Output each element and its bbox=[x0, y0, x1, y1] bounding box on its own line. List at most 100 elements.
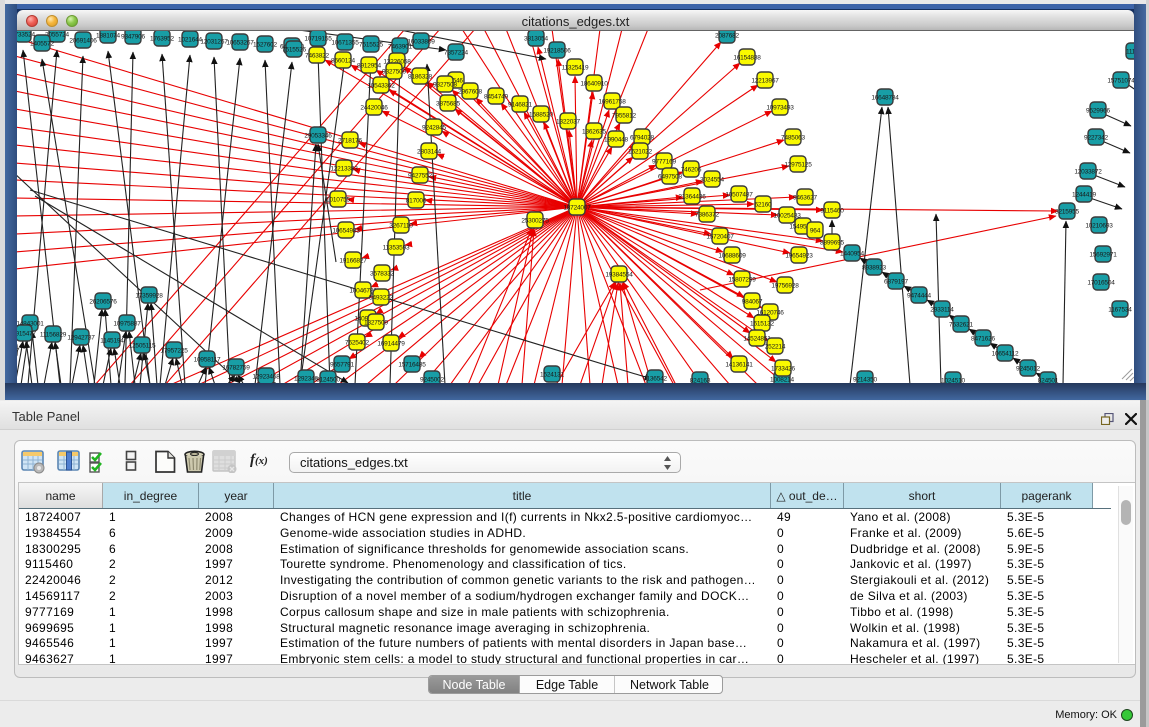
svg-text:21364436: 21364436 bbox=[678, 194, 706, 201]
svg-text:6794028: 6794028 bbox=[630, 135, 654, 142]
svg-text:19756928: 19756928 bbox=[771, 283, 799, 290]
svg-text:10958117: 10958117 bbox=[194, 357, 221, 364]
svg-text:8938923: 8938923 bbox=[862, 265, 886, 272]
svg-text:12033872: 12033872 bbox=[1074, 169, 1102, 176]
svg-text:29053346: 29053346 bbox=[304, 133, 332, 140]
svg-text:6497508: 6497508 bbox=[658, 174, 682, 181]
svg-text:9657791: 9657791 bbox=[330, 362, 354, 369]
svg-text:1615132: 1615132 bbox=[750, 321, 774, 328]
svg-text:19166827: 19166827 bbox=[339, 258, 367, 265]
svg-text:7485063: 7485063 bbox=[781, 135, 805, 142]
svg-text:10719155: 10719155 bbox=[304, 36, 332, 43]
svg-text:7463822: 7463822 bbox=[305, 53, 329, 60]
svg-text:17359928: 17359928 bbox=[135, 293, 163, 300]
svg-text:9327509: 9327509 bbox=[382, 69, 406, 76]
svg-text:9242845: 9242845 bbox=[422, 125, 446, 132]
svg-text:3215955: 3215955 bbox=[1055, 209, 1079, 216]
svg-text:391547: 391547 bbox=[17, 348, 20, 355]
svg-text:16782759: 16782759 bbox=[222, 365, 250, 372]
svg-text:8899695: 8899695 bbox=[820, 240, 844, 247]
svg-text:2803144: 2803144 bbox=[417, 149, 441, 156]
svg-text:252214: 252214 bbox=[765, 344, 786, 351]
svg-text:18724007: 18724007 bbox=[563, 205, 591, 212]
svg-text:10688609: 10688609 bbox=[718, 253, 746, 260]
svg-text:817006: 817006 bbox=[406, 198, 427, 205]
svg-text:9529966: 9529966 bbox=[1086, 108, 1110, 115]
svg-text:8186328: 8186328 bbox=[408, 74, 432, 81]
svg-text:10975887: 10975887 bbox=[113, 321, 141, 328]
svg-text:11325419: 11325419 bbox=[562, 65, 589, 72]
svg-text:9146821: 9146821 bbox=[508, 102, 532, 109]
svg-text:9777169: 9777169 bbox=[652, 159, 676, 166]
svg-text:1362635: 1362635 bbox=[582, 129, 606, 136]
svg-text:10973493: 10973493 bbox=[766, 105, 794, 112]
svg-text:12942737: 12942737 bbox=[67, 335, 95, 342]
svg-text:8912954: 8912954 bbox=[357, 63, 381, 70]
svg-text:3024554: 3024554 bbox=[700, 177, 724, 184]
svg-text:1733524: 1733524 bbox=[17, 32, 36, 39]
svg-text:7357224: 7357224 bbox=[444, 50, 468, 57]
svg-text:15751074: 15751074 bbox=[1107, 78, 1134, 85]
svg-text:62160: 62160 bbox=[754, 202, 772, 209]
svg-text:1327509: 1327509 bbox=[364, 320, 388, 327]
svg-text:7625402: 7625402 bbox=[345, 340, 369, 347]
svg-text:2933114: 2933114 bbox=[930, 307, 954, 314]
svg-text:1524131: 1524131 bbox=[540, 372, 564, 379]
svg-text:10507487: 10507487 bbox=[725, 192, 753, 199]
svg-text:16914479: 16914479 bbox=[377, 341, 405, 348]
svg-text:12923468: 12923468 bbox=[252, 374, 280, 381]
svg-text:26206576: 26206576 bbox=[89, 299, 117, 306]
svg-text:11121: 11121 bbox=[1126, 49, 1134, 56]
svg-text:16033809: 16033809 bbox=[407, 39, 435, 46]
svg-text:9463627: 9463627 bbox=[793, 195, 817, 202]
svg-text:1145194: 1145194 bbox=[100, 338, 124, 345]
svg-text:15807299: 15807299 bbox=[728, 277, 756, 284]
svg-text:8660124: 8660124 bbox=[331, 58, 355, 65]
svg-text:3267110: 3267110 bbox=[389, 223, 413, 230]
svg-text:6879197: 6879197 bbox=[884, 279, 908, 286]
svg-text:746206: 746206 bbox=[681, 167, 702, 174]
svg-text:9227342: 9227342 bbox=[1084, 135, 1108, 142]
svg-text:11353593: 11353593 bbox=[383, 245, 410, 252]
svg-text:1990448: 1990448 bbox=[604, 137, 628, 144]
svg-text:1021644: 1021644 bbox=[178, 37, 202, 44]
svg-text:10671355: 10671355 bbox=[331, 40, 359, 47]
svg-text:15716485: 15716485 bbox=[398, 362, 426, 369]
svg-text:9427552: 9427552 bbox=[408, 173, 432, 180]
svg-text:9347906: 9347906 bbox=[121, 34, 145, 41]
svg-text:19384554: 19384554 bbox=[605, 272, 633, 279]
svg-text:1527602: 1527602 bbox=[253, 42, 277, 49]
svg-text:10210693: 10210693 bbox=[1085, 223, 1113, 230]
svg-text:20691406: 20691406 bbox=[69, 38, 97, 45]
svg-text:1881074: 1881074 bbox=[96, 33, 120, 40]
svg-text:3578332: 3578332 bbox=[370, 271, 394, 278]
svg-text:9327508: 9327508 bbox=[433, 82, 457, 89]
svg-text:984067: 984067 bbox=[742, 299, 763, 306]
svg-text:1292346: 1292346 bbox=[294, 376, 318, 383]
svg-text:1405572: 1405572 bbox=[30, 41, 54, 48]
svg-text:7632621: 7632621 bbox=[949, 322, 973, 329]
svg-text:1621022: 1621022 bbox=[628, 149, 652, 156]
svg-text:8454749: 8454749 bbox=[484, 94, 508, 101]
svg-text:12031267: 12031267 bbox=[200, 39, 228, 46]
svg-text:10654983: 10654983 bbox=[332, 228, 360, 235]
svg-text:2718176: 2718176 bbox=[338, 138, 362, 145]
svg-text:17016504: 17016504 bbox=[1087, 280, 1115, 287]
svg-text:9474444: 9474444 bbox=[907, 293, 931, 300]
svg-text:7386372: 7386372 bbox=[695, 212, 719, 219]
svg-text:1440954: 1440954 bbox=[840, 251, 864, 258]
svg-text:16961758: 16961758 bbox=[598, 99, 626, 106]
svg-text:9915477: 9915477 bbox=[17, 331, 37, 338]
svg-text:9245012: 9245012 bbox=[1016, 366, 1040, 373]
svg-text:2087682: 2087682 bbox=[715, 33, 739, 40]
svg-text:12213383: 12213383 bbox=[330, 166, 358, 173]
svg-text:12213967: 12213967 bbox=[751, 78, 779, 85]
svg-text:15720407: 15720407 bbox=[706, 234, 734, 241]
svg-text:1322037: 1322037 bbox=[556, 119, 580, 126]
svg-text:3813054: 3813054 bbox=[524, 36, 548, 43]
svg-text:9136542: 9136542 bbox=[643, 376, 667, 383]
svg-text:12505115: 12505115 bbox=[129, 343, 156, 350]
svg-text:17957225: 17957225 bbox=[160, 348, 188, 355]
svg-text:18640910: 18640910 bbox=[580, 81, 608, 88]
svg-text:9115460: 9115460 bbox=[820, 208, 844, 215]
